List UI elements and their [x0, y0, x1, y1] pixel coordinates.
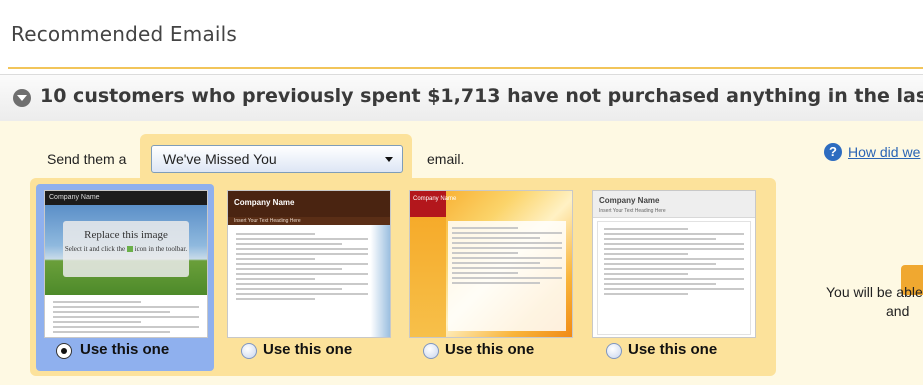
- template-card-3[interactable]: Company Name Use this one: [401, 184, 579, 371]
- how-did-we-link[interactable]: How did we: [848, 144, 920, 160]
- thumb-3-company: Company Name: [413, 196, 457, 202]
- template-thumbnail-1[interactable]: Company Name Replace this image Select i…: [44, 190, 208, 338]
- email-label: email.: [427, 151, 465, 167]
- thumb-1-company: Company Name: [49, 194, 100, 201]
- template-1-use-label[interactable]: Use this one: [80, 341, 169, 358]
- template-1-radio[interactable]: [56, 343, 72, 359]
- template-card-4[interactable]: Company Name Insert Your Text Heading He…: [584, 184, 762, 371]
- thumb-4-header: Company Name Insert Your Text Heading He…: [593, 191, 755, 218]
- thumb-4-company: Company Name: [599, 196, 660, 205]
- template-thumbnail-3[interactable]: Company Name: [409, 190, 573, 338]
- template-2-radio[interactable]: [241, 343, 257, 359]
- thumb-4-heading: Insert Your Text Heading Here: [599, 208, 666, 214]
- title-underline: [8, 67, 923, 69]
- image-placeholder: Replace this image Select it and click t…: [63, 221, 189, 277]
- thumb-2-body-lines: [236, 233, 368, 303]
- template-2-use-label[interactable]: Use this one: [263, 341, 352, 358]
- chevron-down-icon: [385, 157, 393, 162]
- right-note: You will be able and: [826, 283, 923, 321]
- thumb-1-header: Company Name Replace this image Select i…: [45, 191, 207, 295]
- template-3-use-label[interactable]: Use this one: [445, 341, 534, 358]
- template-3-radio[interactable]: [423, 343, 439, 359]
- right-note-line-2: and: [886, 303, 910, 319]
- thumb-3-logo-block: Company Name: [410, 191, 456, 217]
- thumb-4-content: [597, 221, 751, 335]
- recommended-emails-window: Recommended Emails 10 customers who prev…: [0, 0, 923, 385]
- template-4-radio[interactable]: [606, 343, 622, 359]
- send-them-label: Send them a: [47, 151, 127, 167]
- thumb-2-header: Company Name: [228, 191, 390, 217]
- template-card-1[interactable]: Company Name Replace this image Select i…: [36, 184, 214, 371]
- template-thumbnail-2[interactable]: Company Name Insert Your Text Heading He…: [227, 190, 391, 338]
- email-type-selected-value: We've Missed You: [163, 151, 277, 167]
- collapse-chevron-icon[interactable]: [13, 89, 31, 107]
- page-title: Recommended Emails: [11, 22, 238, 46]
- thumb-2-company: Company Name: [234, 198, 295, 207]
- thumb-2-heading-bar: Insert Your Text Heading Here: [228, 217, 390, 225]
- template-card-2[interactable]: Company Name Insert Your Text Heading He…: [219, 184, 397, 371]
- thumb-1-body-lines: [53, 301, 199, 336]
- template-4-use-label[interactable]: Use this one: [628, 341, 717, 358]
- placeholder-subtitle: Select it and click the icon in the tool…: [64, 245, 188, 253]
- summary-bar[interactable]: 10 customers who previously spent $1,713…: [0, 74, 923, 122]
- help-icon[interactable]: ?: [824, 143, 842, 161]
- email-type-dropdown[interactable]: We've Missed You: [151, 145, 403, 173]
- image-tool-icon: [126, 246, 133, 253]
- thumb-2-heading: Insert Your Text Heading Here: [234, 218, 301, 224]
- thumb-3-content: [448, 221, 566, 331]
- placeholder-title: Replace this image: [84, 229, 168, 241]
- summary-text: 10 customers who previously spent $1,713…: [40, 85, 923, 107]
- right-note-line-1: You will be able: [826, 284, 923, 300]
- template-thumbnail-4[interactable]: Company Name Insert Your Text Heading He…: [592, 190, 756, 338]
